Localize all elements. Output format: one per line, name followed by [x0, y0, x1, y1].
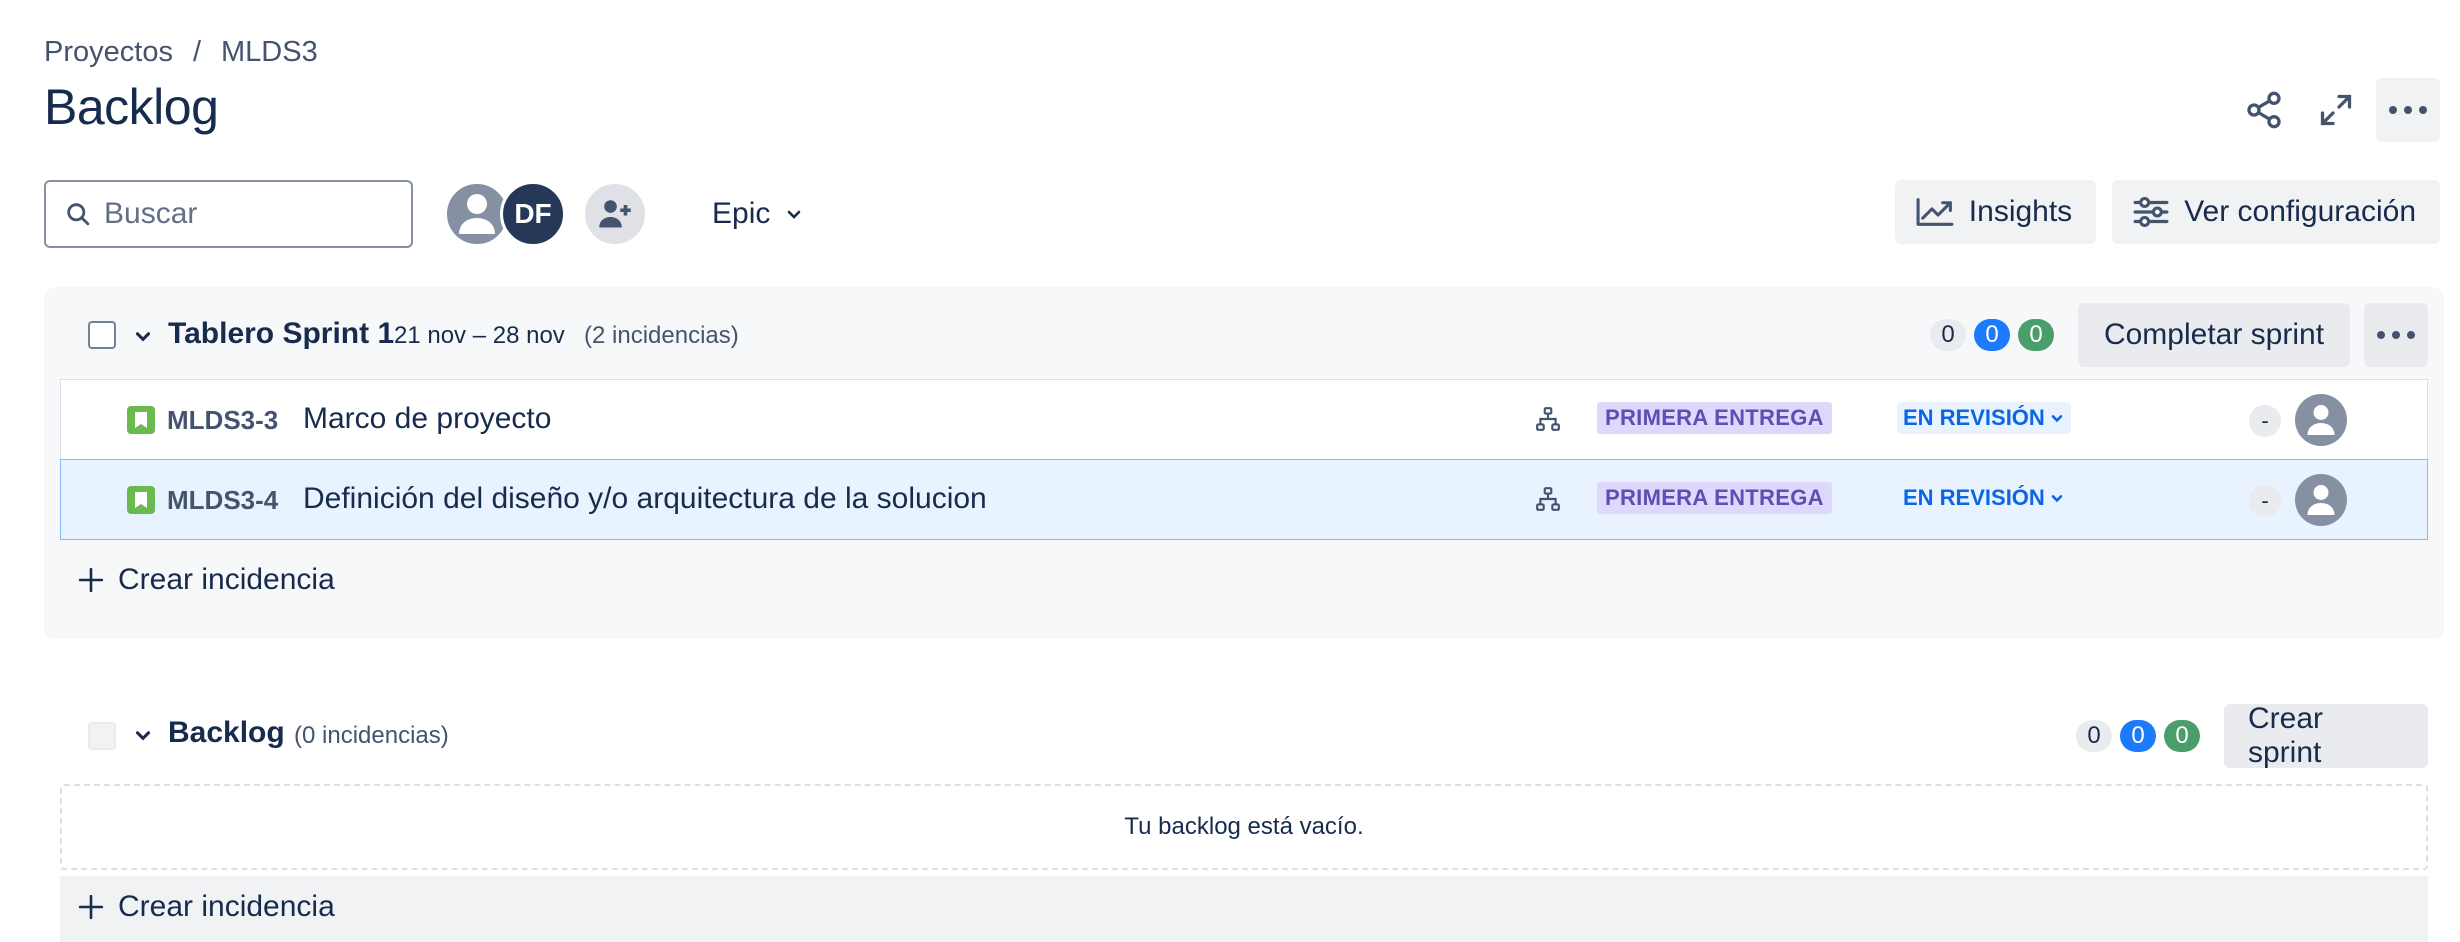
person-icon — [2307, 405, 2335, 435]
avatar-user[interactable]: DF — [500, 181, 566, 247]
count-in-progress: 0 — [2120, 720, 2156, 752]
epic-filter-dropdown[interactable]: Epic — [700, 180, 816, 248]
issue-row[interactable]: MLDS3-3 Marco de proyecto PRIMERA ENTREG… — [60, 379, 2428, 460]
count-done: 0 — [2164, 720, 2200, 752]
count-in-progress: 0 — [1974, 319, 2010, 351]
chevron-down-icon[interactable] — [132, 325, 154, 347]
backlog-status-counts: 0 0 0 — [2076, 720, 2200, 752]
complete-sprint-button[interactable]: Completar sprint — [2078, 303, 2350, 367]
sprint-status-counts: 0 0 0 — [1930, 319, 2054, 351]
backlog-name[interactable]: Backlog — [168, 716, 285, 750]
plus-icon — [78, 567, 104, 593]
view-settings-label: Ver configuración — [2184, 195, 2416, 228]
status-label: EN REVISIÓN — [1903, 405, 2045, 430]
chevron-down-icon — [2051, 415, 2063, 423]
issue-summary[interactable]: Marco de proyecto — [303, 402, 551, 436]
create-issue-label: Crear incidencia — [118, 563, 335, 596]
backlog-select-checkbox[interactable] — [88, 722, 116, 750]
sprint-header: Tablero Sprint 1 21 nov – 28 nov (2 inci… — [44, 301, 2444, 369]
search-box[interactable] — [44, 180, 413, 248]
plus-icon — [78, 894, 104, 920]
chevron-down-icon — [788, 210, 801, 219]
create-issue-label: Crear incidencia — [118, 890, 335, 923]
search-icon — [67, 203, 90, 226]
hierarchy-icon[interactable] — [1535, 486, 1561, 512]
epic-lozenge[interactable]: PRIMERA ENTREGA — [1597, 482, 1832, 514]
search-input[interactable] — [104, 197, 384, 231]
status-dropdown[interactable]: EN REVISIÓN — [1897, 402, 2071, 434]
add-people-button[interactable] — [582, 181, 648, 247]
create-sprint-button[interactable]: Crear sprint — [2224, 702, 2428, 769]
issue-summary[interactable]: Definición del diseño y/o arquitectura d… — [303, 482, 987, 516]
story-points-estimate[interactable]: - — [2249, 405, 2281, 437]
view-settings-button[interactable]: Ver configuración — [2112, 180, 2440, 244]
count-todo: 0 — [1930, 319, 1966, 351]
share-icon — [2247, 91, 2281, 129]
epic-lozenge[interactable]: PRIMERA ENTREGA — [1597, 402, 1832, 434]
person-icon — [459, 194, 495, 234]
assignee-avatar[interactable] — [2295, 474, 2347, 526]
expand-icon — [2320, 94, 2352, 126]
backlog-create-issue-button[interactable]: Crear incidencia — [78, 890, 335, 924]
avatar-initials: DF — [514, 198, 552, 229]
sprint-more-button[interactable] — [2364, 303, 2428, 367]
backlog-issue-count: (0 incidencias) — [294, 722, 449, 749]
breadcrumb-separator: / — [192, 36, 202, 68]
chevron-down-icon[interactable] — [132, 724, 154, 746]
sprint-issue-count: (2 incidencias) — [584, 322, 739, 349]
insights-icon — [1916, 198, 1954, 226]
issue-row[interactable]: MLDS3-4 Definición del diseño y/o arquit… — [60, 459, 2428, 540]
more-icon — [2377, 331, 2415, 339]
assignee-filter: DF — [444, 181, 648, 247]
toolbar-right: Insights Ver configuración — [1894, 180, 2440, 244]
breadcrumb: Proyectos / MLDS3 — [44, 36, 318, 69]
sprint-dates: 21 nov – 28 nov — [394, 322, 565, 349]
more-icon — [2389, 106, 2427, 114]
sprint-container: Tablero Sprint 1 21 nov – 28 nov (2 inci… — [44, 287, 2444, 639]
settings-sliders-icon — [2133, 196, 2169, 228]
backlog-empty-state: Tu backlog está vacío. — [60, 784, 2428, 870]
issue-key[interactable]: MLDS3-4 — [167, 485, 278, 516]
insights-label: Insights — [1968, 195, 2073, 228]
share-button[interactable] — [2232, 78, 2296, 142]
sprint-name[interactable]: Tablero Sprint 1 — [168, 317, 394, 351]
sprint-select-checkbox[interactable] — [88, 321, 116, 349]
count-todo: 0 — [2076, 720, 2112, 752]
chevron-down-icon — [2051, 495, 2063, 503]
assignee-avatar[interactable] — [2295, 394, 2347, 446]
empty-message: Tu backlog está vacío. — [1124, 813, 1364, 840]
status-dropdown[interactable]: EN REVISIÓN — [1897, 482, 2071, 514]
page-title: Backlog — [44, 79, 219, 135]
issue-key[interactable]: MLDS3-3 — [167, 405, 278, 436]
more-actions-button[interactable] — [2376, 78, 2440, 142]
story-points-estimate[interactable]: - — [2249, 485, 2281, 517]
hierarchy-icon[interactable] — [1535, 406, 1561, 432]
count-done: 0 — [2018, 319, 2054, 351]
backlog-container: Backlog (0 incidencias) 0 0 0 Crear spri… — [44, 694, 2444, 942]
sprint-create-issue-button[interactable]: Crear incidencia — [78, 563, 335, 597]
breadcrumb-projects[interactable]: Proyectos — [44, 36, 173, 69]
backlog-create-row: Crear incidencia — [60, 876, 2428, 942]
story-icon — [127, 406, 155, 434]
add-person-icon — [599, 200, 631, 228]
expand-button[interactable] — [2304, 78, 2368, 142]
status-label: EN REVISIÓN — [1903, 485, 2045, 510]
breadcrumb-project-key[interactable]: MLDS3 — [221, 36, 318, 69]
toolbar: DF Epic Insights Ver configuración — [44, 180, 2440, 248]
sprint-issue-list: MLDS3-3 Marco de proyecto PRIMERA ENTREG… — [60, 379, 2428, 540]
epic-filter-label: Epic — [712, 197, 771, 230]
header-actions — [2232, 78, 2440, 142]
story-icon — [127, 486, 155, 514]
person-icon — [2307, 485, 2335, 515]
insights-button[interactable]: Insights — [1894, 180, 2097, 244]
